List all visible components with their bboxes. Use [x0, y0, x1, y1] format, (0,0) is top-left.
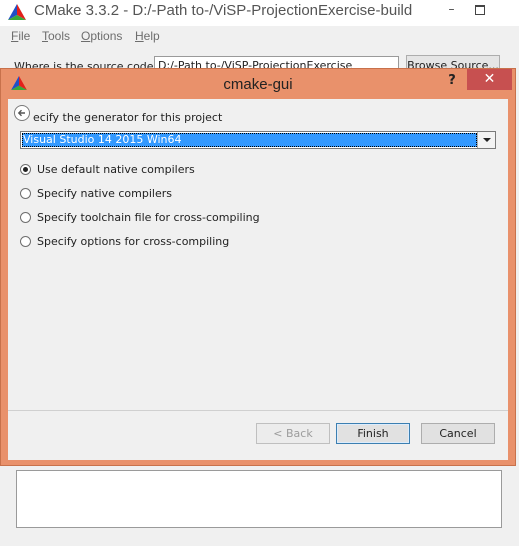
- cancel-button[interactable]: Cancel: [421, 423, 495, 444]
- finish-button[interactable]: Finish: [336, 423, 410, 444]
- option-label: Specify options for cross-compiling: [37, 235, 230, 248]
- main-window-title: CMake 3.3.2 - D:/-Path to-/ViSP-Projecti…: [34, 2, 413, 19]
- menu-file[interactable]: File: [11, 29, 30, 43]
- radio-button[interactable]: [20, 236, 31, 247]
- radio-button-checked[interactable]: [20, 164, 31, 175]
- generator-dialog: cmake-gui ? ✕ ecify the generator for th…: [0, 68, 516, 466]
- generator-selected-value: Visual Studio 14 2015 Win64: [22, 133, 477, 147]
- main-titlebar: CMake 3.3.2 - D:/-Path to-/ViSP-Projecti…: [0, 0, 519, 26]
- generator-heading: ecify the generator for this project: [33, 111, 223, 124]
- dialog-title: cmake-gui: [223, 76, 293, 93]
- menu-options[interactable]: Options: [81, 29, 122, 43]
- back-arrow-icon[interactable]: [14, 105, 30, 121]
- generator-select[interactable]: Visual Studio 14 2015 Win64: [20, 131, 496, 149]
- close-button[interactable]: ✕: [467, 69, 512, 90]
- radio-button[interactable]: [20, 212, 31, 223]
- option-label: Specify toolchain file for cross-compili…: [37, 211, 260, 224]
- menu-help[interactable]: Help: [135, 29, 160, 43]
- dialog-titlebar[interactable]: cmake-gui ? ✕: [1, 69, 515, 99]
- close-icon: ✕: [483, 71, 496, 87]
- menu-tools[interactable]: Tools: [42, 29, 70, 43]
- cmake-logo-icon: [8, 4, 26, 20]
- back-button[interactable]: < Back: [256, 423, 330, 444]
- help-icon: ?: [448, 73, 456, 88]
- option-label: Specify native compilers: [37, 187, 172, 200]
- maximize-icon: [475, 5, 485, 15]
- maximize-button[interactable]: [466, 0, 493, 20]
- minimize-icon: –: [448, 2, 455, 16]
- minimize-button[interactable]: –: [438, 0, 465, 20]
- button-separator: [8, 410, 508, 411]
- option-label: Use default native compilers: [37, 163, 195, 176]
- menu-bar: File Tools Options Help: [0, 26, 519, 46]
- dialog-content: ecify the generator for this project Vis…: [8, 99, 508, 460]
- help-button[interactable]: ?: [441, 72, 463, 92]
- radio-button[interactable]: [20, 188, 31, 199]
- output-log-area[interactable]: [16, 470, 502, 528]
- chevron-down-icon[interactable]: [477, 132, 495, 148]
